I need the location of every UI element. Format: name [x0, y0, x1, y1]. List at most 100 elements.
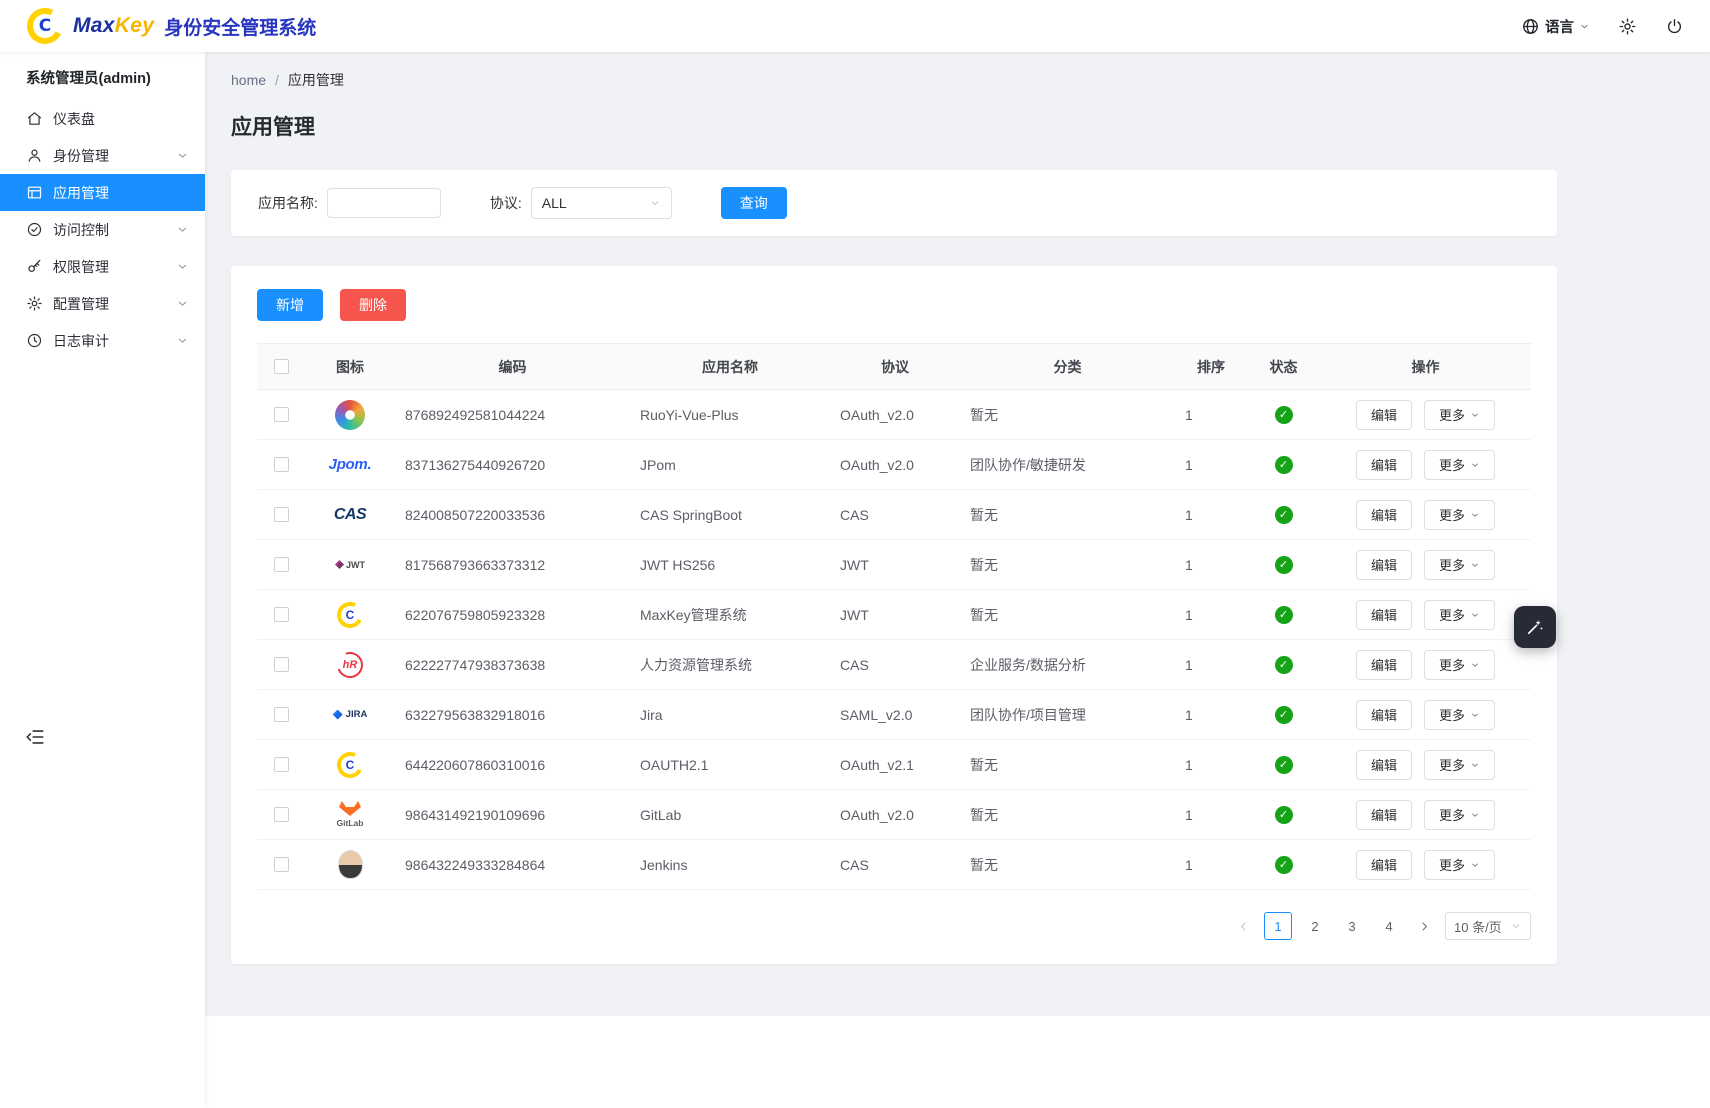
chevron-down-icon [1470, 510, 1480, 520]
edit-button[interactable]: 编辑 [1356, 500, 1412, 530]
more-button[interactable]: 更多 [1424, 700, 1495, 730]
more-button[interactable]: 更多 [1424, 500, 1495, 530]
sidebar-item-identity[interactable]: 身份管理 [0, 137, 205, 174]
more-button[interactable]: 更多 [1424, 800, 1495, 830]
column-header: 编码 [395, 357, 630, 377]
app-protocol: OAuth_v2.1 [830, 757, 960, 773]
add-button[interactable]: 新增 [257, 289, 323, 321]
app-name: Jenkins [630, 857, 830, 873]
more-label: 更多 [1439, 605, 1465, 624]
row-checkbox[interactable] [274, 507, 289, 522]
row-checkbox[interactable] [274, 857, 289, 872]
edit-button[interactable]: 编辑 [1356, 550, 1412, 580]
app-name-input[interactable] [327, 188, 441, 218]
logout-icon[interactable] [1665, 17, 1684, 36]
protocol-filter-label: 协议: [490, 193, 522, 213]
edit-button[interactable]: 编辑 [1356, 850, 1412, 880]
more-button[interactable]: 更多 [1424, 450, 1495, 480]
more-button[interactable]: 更多 [1424, 550, 1495, 580]
pagination: 1234 10 条/页 [257, 912, 1531, 940]
chevron-down-icon [1470, 460, 1480, 470]
pagination-next-icon[interactable] [1412, 912, 1436, 940]
app-code: 876892492581044224 [395, 407, 630, 423]
protocol-select[interactable]: ALL [531, 187, 672, 219]
row-checkbox[interactable] [274, 607, 289, 622]
more-button[interactable]: 更多 [1424, 750, 1495, 780]
app-code: 632279563832918016 [395, 707, 630, 723]
globe-icon [1521, 17, 1540, 36]
app-code: 824008507220033536 [395, 507, 630, 523]
row-checkbox[interactable] [274, 457, 289, 472]
edit-button[interactable]: 编辑 [1356, 450, 1412, 480]
jira-app-icon: JIRA [333, 709, 368, 720]
row-checkbox[interactable] [274, 707, 289, 722]
more-button[interactable]: 更多 [1424, 600, 1495, 630]
edit-button[interactable]: 编辑 [1356, 600, 1412, 630]
chevron-down-icon [176, 149, 189, 162]
chevron-down-icon [1470, 610, 1480, 620]
hr-app-icon: hR [336, 651, 364, 679]
pagination-page-2[interactable]: 2 [1301, 912, 1329, 940]
app-sort: 1 [1175, 757, 1247, 773]
sidebar: 系统管理员(admin) 仪表盘 身份管理 应用管理 访问控制 权限管理 配置管… [0, 52, 205, 1108]
app-code: 644220607860310016 [395, 757, 630, 773]
sidebar-item-dashboard[interactable]: 仪表盘 [0, 100, 205, 137]
more-button[interactable]: 更多 [1424, 850, 1495, 880]
delete-button[interactable]: 删除 [340, 289, 406, 321]
jpom-app-icon: Jpom. [329, 456, 372, 473]
app-name: OAUTH2.1 [630, 757, 830, 773]
sidebar-item-audit[interactable]: 日志审计 [0, 322, 205, 359]
app-code: 622076759805923328 [395, 607, 630, 623]
chevron-down-icon [1470, 410, 1480, 420]
pagination-page-4[interactable]: 4 [1375, 912, 1403, 940]
sidebar-item-access[interactable]: 访问控制 [0, 211, 205, 248]
edit-button[interactable]: 编辑 [1356, 650, 1412, 680]
table-row: GitLab 986431492190109696 GitLab OAuth_v… [257, 790, 1531, 840]
row-checkbox[interactable] [274, 557, 289, 572]
settings-gear-icon[interactable] [1618, 17, 1637, 36]
chevron-down-icon [1579, 21, 1590, 32]
app-protocol: JWT [830, 607, 960, 623]
more-label: 更多 [1439, 755, 1465, 774]
breadcrumb-home-link[interactable]: home [231, 72, 266, 88]
gitlab-app-icon: GitLab [337, 801, 364, 828]
row-checkbox[interactable] [274, 407, 289, 422]
edit-button[interactable]: 编辑 [1356, 800, 1412, 830]
page-size-select[interactable]: 10 条/页 [1445, 912, 1531, 940]
chevron-down-icon [1470, 760, 1480, 770]
table-row: 986432249333284864 Jenkins CAS 暂无 1 编辑 更… [257, 840, 1531, 890]
app-name: MaxKey管理系统 [630, 605, 830, 625]
floating-tool-button[interactable] [1514, 606, 1556, 648]
app-code: 622227747938373638 [395, 657, 630, 673]
row-checkbox[interactable] [274, 657, 289, 672]
edit-button[interactable]: 编辑 [1356, 750, 1412, 780]
row-checkbox[interactable] [274, 757, 289, 772]
pagination-page-3[interactable]: 3 [1338, 912, 1366, 940]
status-enabled-icon [1275, 756, 1293, 774]
sidebar-item-permission[interactable]: 权限管理 [0, 248, 205, 285]
app-protocol: CAS [830, 507, 960, 523]
select-all-checkbox[interactable] [274, 359, 289, 374]
app-protocol: SAML_v2.0 [830, 707, 960, 723]
jenkins-app-icon [338, 850, 363, 879]
more-label: 更多 [1439, 855, 1465, 874]
app-code: 817568793663373312 [395, 557, 630, 573]
pagination-prev-icon[interactable] [1231, 912, 1255, 940]
app-table-body: 876892492581044224 RuoYi-Vue-Plus OAuth_… [257, 390, 1531, 890]
more-button[interactable]: 更多 [1424, 650, 1495, 680]
more-button[interactable]: 更多 [1424, 400, 1495, 430]
sidebar-item-config[interactable]: 配置管理 [0, 285, 205, 322]
edit-button[interactable]: 编辑 [1356, 400, 1412, 430]
cas-app-icon: CAS [334, 506, 366, 524]
language-switcher[interactable]: 语言 [1521, 16, 1590, 37]
search-button[interactable]: 查询 [721, 187, 787, 219]
row-checkbox[interactable] [274, 807, 289, 822]
table-row: 876892492581044224 RuoYi-Vue-Plus OAuth_… [257, 390, 1531, 440]
pagination-page-1[interactable]: 1 [1264, 912, 1292, 940]
sidebar-item-apps[interactable]: 应用管理 [0, 174, 205, 211]
column-header: 分类 [960, 357, 1175, 377]
collapse-sidebar-icon[interactable] [24, 726, 46, 748]
maxkey-logo-icon: C [26, 7, 64, 45]
app-category: 企业服务/数据分析 [960, 655, 1175, 675]
edit-button[interactable]: 编辑 [1356, 700, 1412, 730]
